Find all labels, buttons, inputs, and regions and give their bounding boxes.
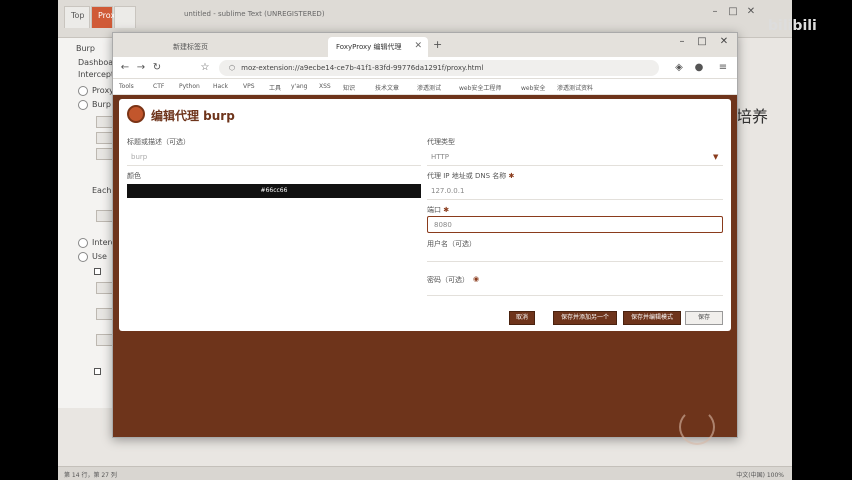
port-label-text: 端口 [427, 206, 441, 214]
editor-tab[interactable]: Top [64, 6, 90, 28]
color-picker[interactable]: #66cc66 [127, 184, 421, 198]
browser-window: 新建标签页 FoxyProxy 编辑代理 ✕ + – □ ✕ ← → ↻ ☆ ⬡… [112, 32, 738, 445]
loading-icon [679, 409, 715, 445]
background-text: 培养 [736, 107, 769, 126]
chevron-down-icon[interactable]: ▼ [713, 153, 718, 161]
required-icon: ✱ [443, 206, 450, 214]
save-edit-patterns-button[interactable]: 保存并编辑模式 [623, 311, 681, 325]
proxy-type-label: 代理类型 [427, 138, 455, 146]
shield-icon[interactable]: ◈ [673, 62, 685, 74]
editor-title: untitled - sublime Text (UNREGISTERED) [184, 10, 325, 18]
required-icon: ✱ [508, 172, 515, 180]
forward-icon[interactable]: → [135, 62, 147, 74]
proxy-form: 标题或描述（可选） burp 颜色 #66cc66 代理类型 HTTP ▼ 代理… [119, 129, 731, 331]
help-icon[interactable] [78, 238, 88, 248]
bookmark-item[interactable]: 渗透测试资料 [557, 83, 593, 92]
menu-icon[interactable]: ≡ [717, 62, 729, 74]
editor-tab[interactable] [114, 6, 136, 28]
eye-icon[interactable]: ◉ [473, 275, 479, 283]
title-input[interactable]: burp [131, 153, 147, 161]
close-icon[interactable]: ✕ [414, 41, 422, 51]
bookmarks-bar: Tools CTF Python Hack VPS 工具 y'ang XSS 知… [113, 79, 737, 95]
desktop-screen: Top Proxy untitled - sublime Text (UNREG… [58, 0, 792, 480]
maximize-icon[interactable]: □ [726, 6, 740, 20]
new-tab-icon[interactable]: + [433, 38, 442, 51]
proxy-type-select[interactable]: HTTP [431, 153, 449, 161]
address-bar: ← → ↻ ☆ ⬡ moz-extension://a9ecbe14-ce7b-4… [113, 57, 737, 79]
status-bar: 第 14 行，第 27 列 中文(中国) 100% [58, 466, 792, 480]
save-add-another-button[interactable]: 保存并添加另一个 [553, 311, 617, 325]
bookmark-item[interactable]: VPS [243, 83, 255, 90]
burp-item[interactable]: Intercept [78, 70, 114, 79]
checkbox[interactable] [94, 368, 101, 375]
host-label: 代理 IP 地址或 DNS 名称 ✱ [427, 171, 514, 181]
gear-icon[interactable] [78, 100, 88, 110]
tab-new[interactable]: 新建标签页 [165, 37, 285, 57]
bookmark-item[interactable]: Tools [119, 83, 134, 90]
port-input[interactable]: 8080 [427, 216, 723, 233]
bookmark-item[interactable]: 工具 [269, 83, 281, 92]
close-icon[interactable]: ✕ [715, 36, 733, 52]
bookmark-item[interactable]: 技术文章 [375, 83, 399, 92]
host-underline [427, 199, 723, 200]
url-input[interactable]: ⬡ moz-extension://a9ecbe14-ce7b-41f1-83fd… [219, 60, 659, 76]
cancel-button[interactable]: 取消 [509, 311, 535, 325]
bookmark-item[interactable]: web安全 [521, 83, 545, 92]
maximize-icon[interactable]: □ [693, 36, 711, 52]
foxyproxy-header: 编辑代理 burp [119, 99, 731, 129]
reload-icon[interactable]: ↻ [151, 62, 163, 74]
bookmark-item[interactable]: XSS [319, 83, 331, 90]
save-button[interactable]: 保存 [685, 311, 723, 325]
tab-label: FoxyProxy 编辑代理 [336, 43, 402, 51]
burp-item: Use [92, 252, 107, 261]
color-label: 颜色 [127, 172, 141, 180]
title-label: 标题或描述（可选） [127, 138, 190, 146]
burp-item: Burp [92, 100, 111, 109]
checkbox[interactable] [94, 268, 101, 275]
foxyproxy-page: 编辑代理 burp 标题或描述（可选） burp 颜色 #66cc66 代理类型… [113, 95, 737, 445]
bookmark-item[interactable]: web安全工程师 [459, 83, 501, 92]
close-icon[interactable]: ✕ [744, 6, 758, 20]
back-icon[interactable]: ← [119, 62, 131, 74]
burp-sidebar: Burp Dashboard Intercept Proxy Burp Each… [58, 38, 128, 408]
type-underline [427, 165, 723, 166]
editor-tab-active[interactable]: Proxy [91, 6, 120, 28]
bookmark-item[interactable]: 渗透测试 [417, 83, 441, 92]
port-label: 端口 ✱ [427, 205, 449, 215]
foxyproxy-logo-icon [127, 105, 145, 123]
username-input[interactable] [427, 261, 723, 262]
host-input[interactable]: 127.0.0.1 [431, 187, 464, 195]
url-text: moz-extension://a9ecbe14-ce7b-41f1-83fd-… [241, 64, 484, 72]
status-left: 第 14 行，第 27 列 [64, 472, 117, 479]
star-icon[interactable]: ☆ [199, 62, 211, 74]
bookmark-item[interactable]: 知识 [343, 83, 355, 92]
bookmark-item[interactable]: y'ang [291, 83, 308, 90]
bookmark-item[interactable]: Hack [213, 83, 228, 90]
page-title: 编辑代理 burp [151, 109, 235, 123]
foxyproxy-icon[interactable]: ● [693, 62, 705, 74]
bookmark-item[interactable]: Python [179, 83, 200, 90]
burp-title: Burp [76, 44, 95, 53]
gear-icon[interactable] [78, 252, 88, 262]
tab-foxyproxy[interactable]: FoxyProxy 编辑代理 ✕ [328, 37, 428, 57]
status-right: 中文(中国) 100% [736, 472, 784, 479]
burp-item: Proxy [92, 86, 114, 95]
minimize-icon[interactable]: – [708, 6, 722, 20]
password-input[interactable] [427, 295, 723, 296]
burp-item: Each [92, 186, 112, 195]
bookmark-item[interactable]: CTF [153, 83, 164, 90]
username-label: 用户名（可选） [427, 240, 476, 248]
minimize-icon[interactable]: – [673, 36, 691, 52]
browser-tabstrip: 新建标签页 FoxyProxy 编辑代理 ✕ + – □ ✕ [113, 33, 737, 57]
bilibili-watermark: bilibili [768, 18, 817, 34]
extension-icon: ⬡ [229, 64, 236, 72]
title-underline [127, 165, 421, 166]
help-icon[interactable] [78, 86, 88, 96]
password-label: 密码（可选） [427, 276, 469, 284]
host-label-text: 代理 IP 地址或 DNS 名称 [427, 172, 507, 180]
